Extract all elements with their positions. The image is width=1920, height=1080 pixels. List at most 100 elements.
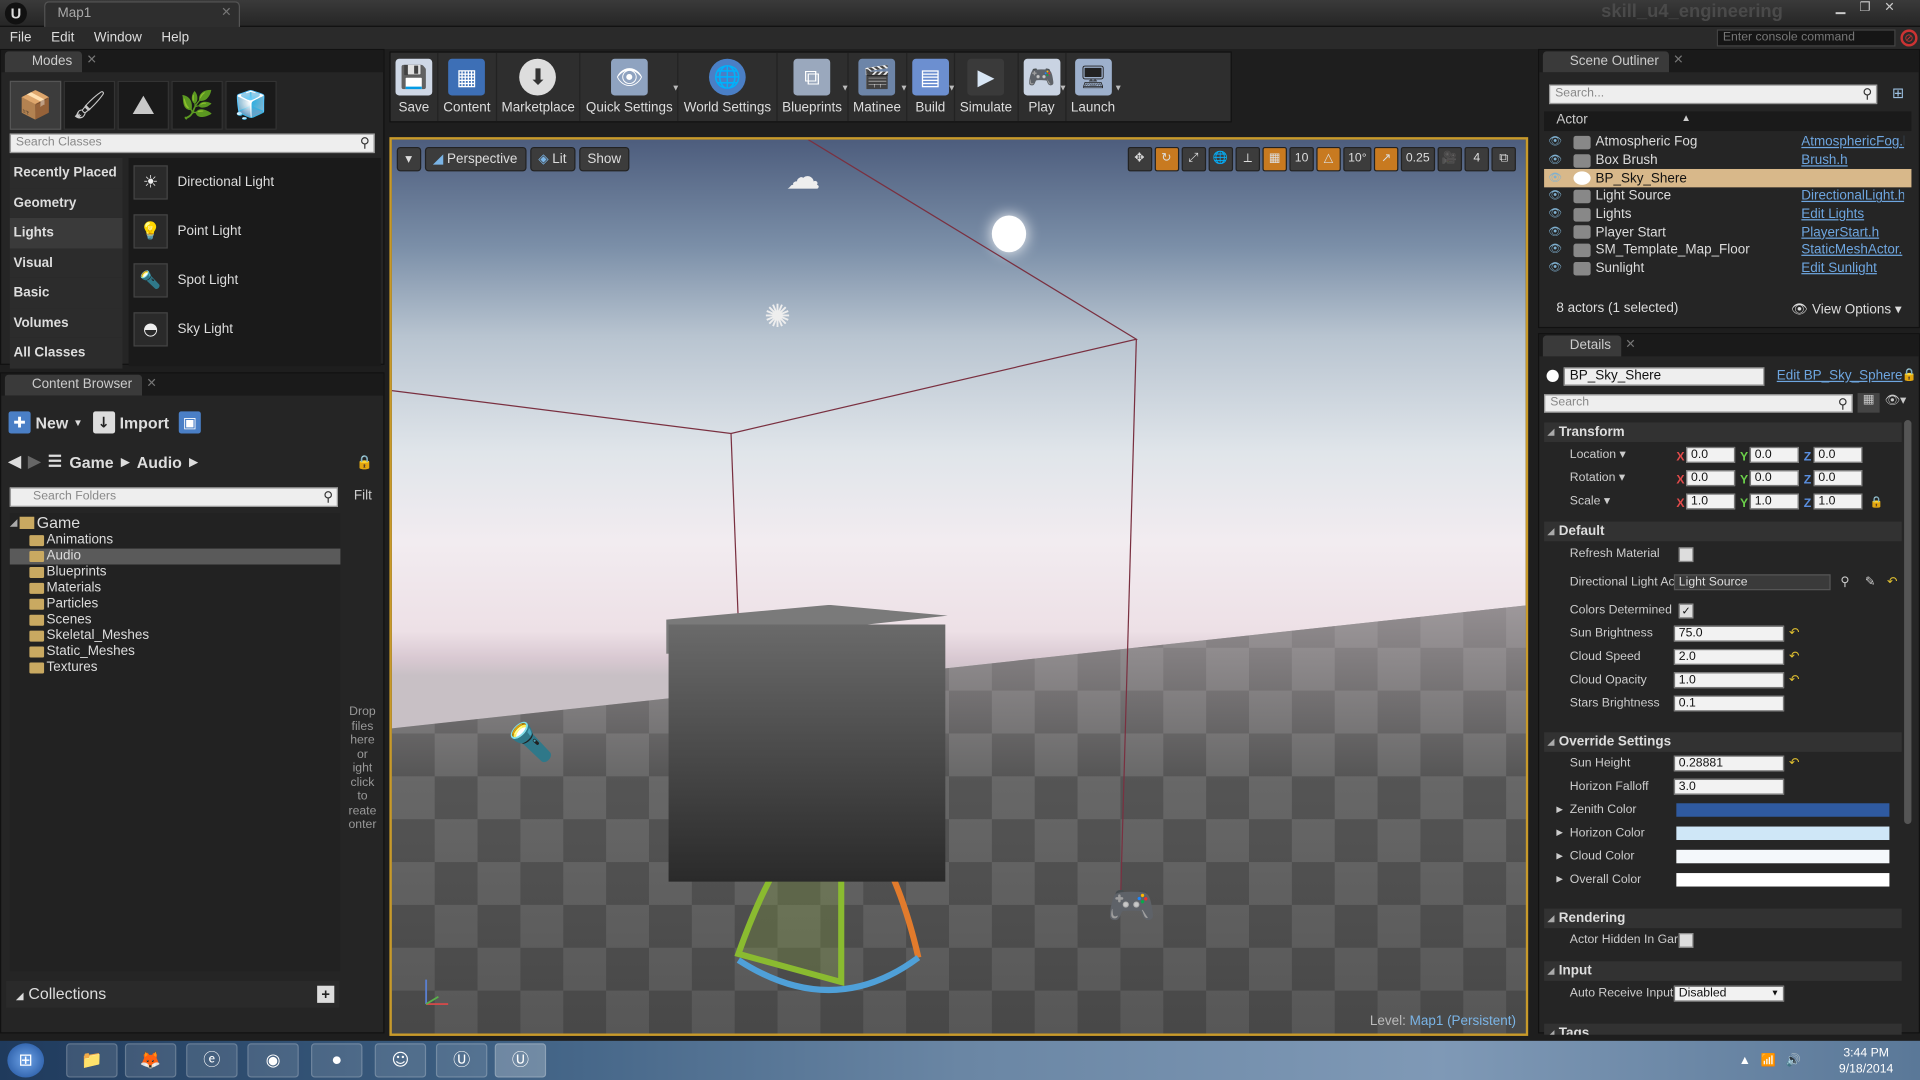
network-icon[interactable]: 📶 [1761, 1054, 1776, 1067]
firefox-icon[interactable]: 🦊 [124, 1043, 177, 1078]
scale-lock-icon[interactable]: 🔒 [1870, 491, 1884, 513]
scale-z-input[interactable]: 1.0 [1813, 493, 1863, 510]
folder-scenes[interactable]: Scenes [10, 612, 341, 628]
visibility-eye-icon[interactable]: 👁 [1544, 172, 1566, 184]
folder-static-meshes[interactable]: Static_Meshes [10, 644, 341, 660]
blueprints-button[interactable]: ⧉ Blueprints ▼ [777, 52, 849, 122]
box-brush-wireframe[interactable] [391, 139, 1526, 1034]
rotation-y-input[interactable]: 0.0 [1749, 470, 1799, 487]
folder-animations[interactable]: Animations [10, 533, 341, 549]
zenith-color-swatch[interactable] [1676, 803, 1890, 817]
visibility-eye-icon[interactable]: 👁 [1544, 262, 1566, 274]
section-rendering[interactable]: Rendering [1544, 908, 1902, 929]
landscape-mode-icon[interactable]: ⛰ [117, 80, 169, 130]
category-geometry[interactable]: Geometry [9, 187, 123, 218]
actor-type-link[interactable]: DirectionalLight.h [1801, 189, 1904, 204]
minimize-icon[interactable]: ▁ [1829, 0, 1851, 17]
foliage-mode-icon[interactable]: 🌿 [171, 80, 223, 130]
list-item-sky-light[interactable]: ◓ Sky Light [129, 305, 381, 354]
visibility-eye-icon[interactable]: 👁 [1544, 244, 1566, 256]
rotation-snap-value[interactable]: 10° [1343, 146, 1372, 172]
cube-mesh[interactable] [668, 624, 946, 882]
marketplace-button[interactable]: ⬇ Marketplace [497, 52, 581, 122]
close-window-icon[interactable]: ✕ [1878, 0, 1900, 17]
paint-mode-icon[interactable]: 🖌 [63, 80, 116, 130]
list-item-point-light[interactable]: 💡 Point Light [129, 207, 381, 256]
lit-button[interactable]: ◈ Lit [529, 146, 576, 172]
cloud-color-swatch[interactable] [1676, 849, 1890, 864]
sun-brightness-input[interactable]: 75.0 [1673, 625, 1785, 642]
perspective-button[interactable]: ◢ Perspective [424, 146, 526, 172]
table-row[interactable]: 👁 Box Brush Brush.h [1544, 151, 1911, 169]
lock-icon[interactable]: 🔒 [356, 454, 373, 471]
unreal-editor-icon[interactable]: Ⓤ [494, 1043, 547, 1078]
spot-light-icon[interactable]: 🔦 [508, 721, 554, 764]
actor-type-link[interactable]: AtmosphericFog.l [1801, 135, 1904, 150]
expand-arrow-icon[interactable]: ▶ [1556, 869, 1563, 891]
category-basic[interactable]: Basic [9, 277, 123, 308]
category-volumes[interactable]: Volumes [9, 307, 123, 338]
actor-type-link[interactable]: Brush.h [1801, 153, 1904, 168]
scale-x-input[interactable]: 1.0 [1686, 493, 1736, 510]
section-override-settings[interactable]: Override Settings [1544, 732, 1902, 752]
grid-snap-value[interactable]: 10 [1289, 146, 1314, 172]
refresh-material-checkbox[interactable] [1678, 547, 1694, 563]
location-z-input[interactable]: 0.0 [1813, 446, 1863, 463]
modes-tab[interactable]: Modes ✕ [4, 51, 97, 73]
details-scrollbar[interactable] [1904, 420, 1912, 825]
sun-height-input[interactable]: 0.28881 [1673, 755, 1785, 772]
outliner-column-header[interactable]: Actor ▲ [1544, 111, 1912, 132]
build-button[interactable]: ▤ Build ▼ [907, 52, 956, 122]
stars-brightness-input[interactable]: 0.1 [1673, 695, 1785, 712]
visibility-eye-icon[interactable]: 👁 [1544, 226, 1566, 238]
actor-type-link[interactable]: Edit Lights [1801, 207, 1904, 222]
picker-icon[interactable]: ✎ [1865, 572, 1875, 594]
details-search-input[interactable]: Search ⚲ [1544, 394, 1853, 413]
category-visual[interactable]: Visual [9, 247, 123, 278]
table-row[interactable]: 👁 Lights Edit Lights [1544, 205, 1911, 223]
close-icon[interactable]: ✕ [146, 377, 156, 390]
show-hidden-icons-icon[interactable]: ▲ [1739, 1054, 1751, 1067]
filters-button[interactable]: Filt [354, 489, 372, 504]
table-row[interactable]: 👁 Light Source DirectionalLight.h [1544, 187, 1911, 205]
expand-arrow-icon[interactable]: ▶ [1556, 800, 1563, 822]
cloud-opacity-input[interactable]: 1.0 [1673, 672, 1785, 689]
actor-type-link[interactable]: Edit Sunlight [1801, 261, 1904, 276]
folder-textures[interactable]: Textures [10, 660, 341, 676]
folder-tree-icon[interactable]: ☰ [48, 452, 62, 472]
section-transform[interactable]: Transform [1544, 422, 1902, 443]
launch-button[interactable]: 🖥 Launch ▼ [1066, 53, 1122, 122]
chevron-down-icon[interactable]: ▼ [1114, 84, 1122, 93]
play-button[interactable]: 🎮 Play ▼ [1018, 52, 1067, 122]
chat-app-icon[interactable]: ☺ [374, 1043, 427, 1078]
grid-snap-icon[interactable]: ▦ [1262, 146, 1287, 172]
rotate-icon[interactable]: ↻ [1154, 146, 1179, 172]
location-y-input[interactable]: 0.0 [1749, 446, 1799, 463]
folder-skeletal-meshes[interactable]: Skeletal_Meshes [10, 628, 341, 644]
visibility-eye-icon[interactable]: 👁 [1544, 136, 1566, 148]
camera-speed-icon[interactable]: 🎥 [1437, 146, 1463, 172]
forward-arrow-icon[interactable]: ▶ [28, 452, 40, 472]
category-all-classes[interactable]: All Classes [9, 337, 123, 368]
content-browser-tab[interactable]: Content Browser ✕ [4, 374, 157, 396]
matinee-button[interactable]: 🎬 Matinee ▼ [848, 52, 908, 122]
overall-color-swatch[interactable] [1676, 873, 1890, 887]
volume-icon[interactable]: 🔊 [1786, 1054, 1801, 1067]
search-classes-input[interactable]: Search Classes ⚲ [9, 133, 375, 154]
directional-light-select[interactable]: Light Source [1673, 574, 1831, 591]
edit-blueprint-link[interactable]: Edit BP_Sky_Sphere [1777, 369, 1903, 384]
geometry-mode-icon[interactable]: 🧊 [225, 80, 277, 130]
visibility-eye-icon[interactable]: 👁 [1544, 190, 1566, 202]
collections-header[interactable]: ◢ Collections [6, 980, 340, 1008]
internet-explorer-icon[interactable]: ⓔ [186, 1043, 238, 1078]
location-x-input[interactable]: 0.0 [1686, 446, 1736, 463]
new-button[interactable]: ✚ New ▼ [8, 411, 83, 434]
close-icon[interactable]: ✕ [1625, 338, 1635, 351]
simulate-button[interactable]: ▶ Simulate [955, 52, 1019, 122]
category-recently-placed[interactable]: Recently Placed [9, 157, 123, 188]
unreal-launcher-icon[interactable]: Ⓤ [435, 1043, 488, 1078]
scale-snap-value[interactable]: 0.25 [1400, 146, 1435, 172]
folder-blueprints[interactable]: Blueprints [10, 564, 341, 580]
add-collection-icon[interactable]: + [317, 985, 335, 1003]
reset-arrow-icon[interactable]: ↶ [1789, 647, 1799, 669]
